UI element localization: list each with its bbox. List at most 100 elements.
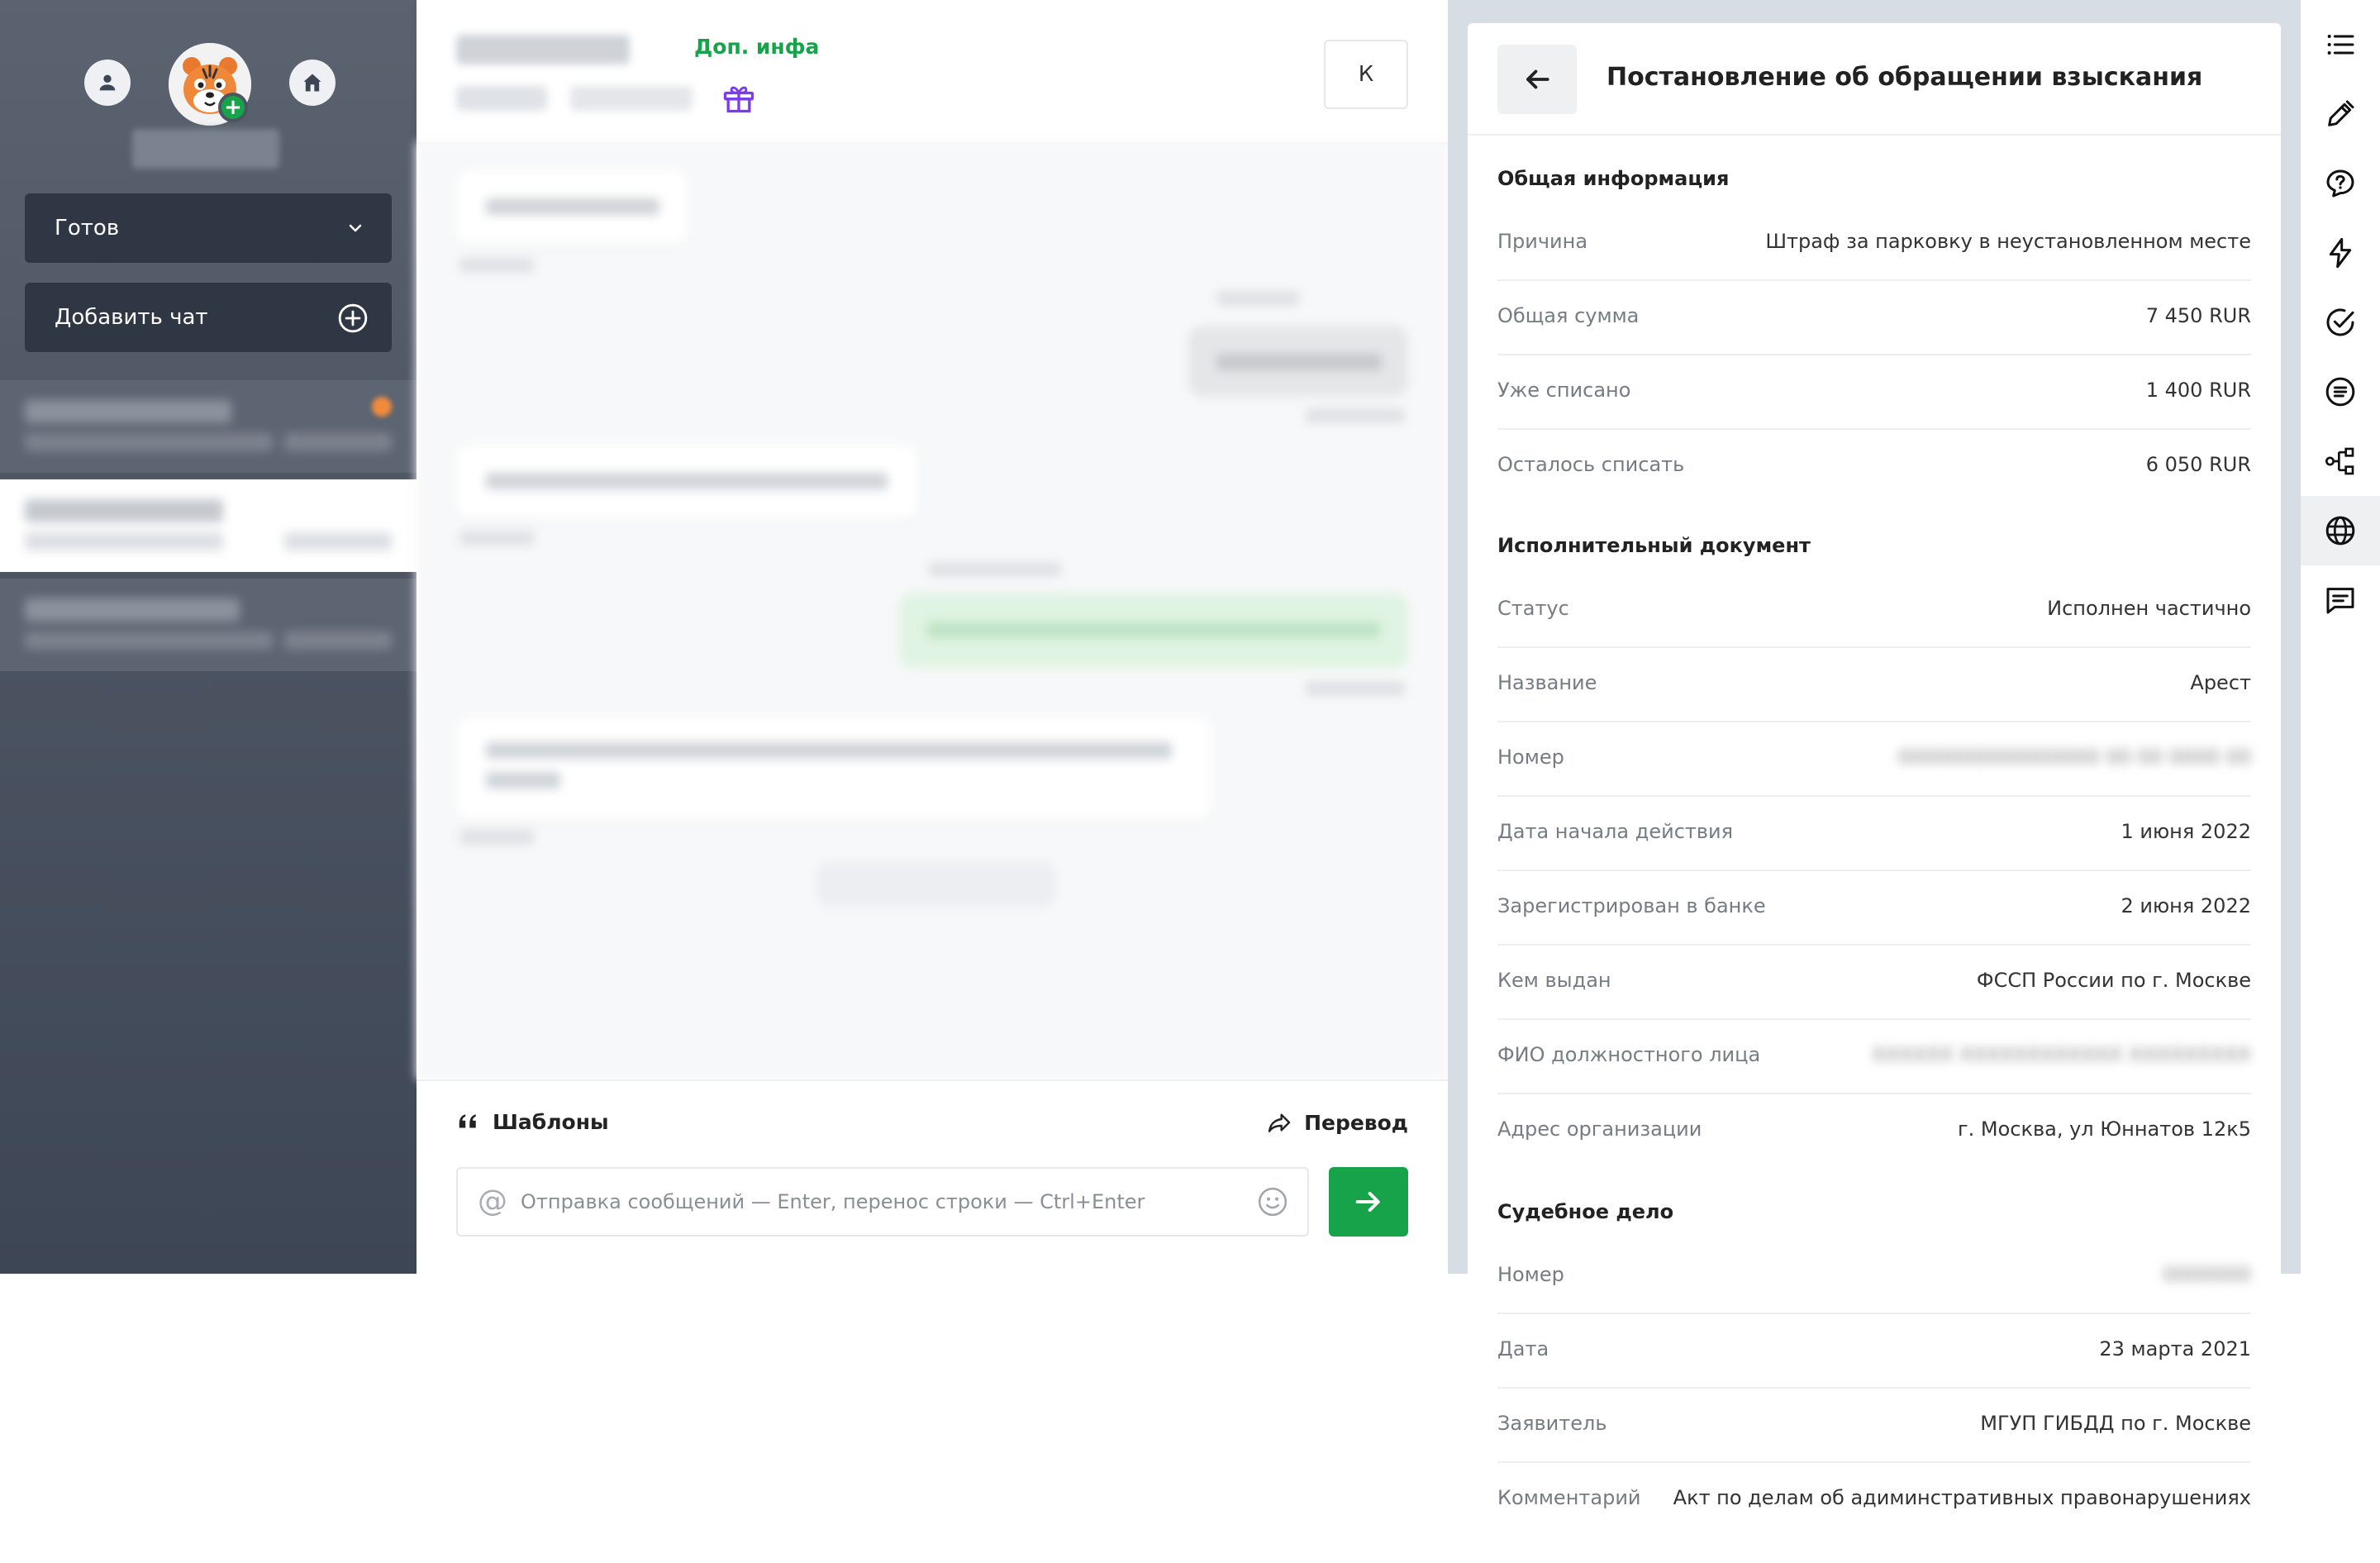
row-label: Название (1497, 671, 1597, 694)
chat-list-item[interactable] (0, 479, 416, 572)
user-icon (99, 74, 116, 91)
k-button[interactable]: К (1324, 40, 1408, 109)
system-message (816, 861, 1056, 908)
client-meta (456, 86, 547, 111)
chat-list-item[interactable] (0, 579, 416, 671)
profile-button[interactable] (84, 60, 131, 106)
detail-row: Комментарий Акт по делам об адиминстрати… (1497, 1463, 2251, 1537)
message-bubble (899, 593, 1408, 668)
emoji-icon[interactable] (1256, 1185, 1289, 1218)
rail-edit[interactable] (2301, 79, 2380, 149)
rail-globe[interactable] (2301, 496, 2380, 565)
row-label: ФИО должностного лица (1497, 1043, 1761, 1066)
detail-row: Заявитель МГУП ГИБДД по г. Москве (1497, 1389, 2251, 1463)
templates-label: Шаблоны (493, 1109, 609, 1134)
row-value: 2 июня 2022 (2121, 894, 2251, 917)
row-value: 23 марта 2021 (2099, 1337, 2251, 1360)
detail-row: Общая сумма 7 450 RUR (1497, 281, 2251, 355)
question-icon (2326, 169, 2354, 198)
message-input-wrapper: @ (456, 1167, 1309, 1237)
rail-actions[interactable] (2301, 218, 2380, 288)
rail-help[interactable] (2301, 149, 2380, 218)
rail-list[interactable] (2301, 10, 2380, 79)
message-history (416, 142, 1448, 1079)
detail-row: Дата начала действия 1 июня 2022 (1497, 797, 2251, 871)
operator-name-pill (132, 129, 279, 169)
row-value: 1 июня 2022 (2121, 820, 2251, 843)
transfer-label: Перевод (1304, 1110, 1408, 1135)
status-select[interactable]: Готов (25, 193, 392, 263)
forward-arrow-icon (1268, 1113, 1291, 1132)
detail-row: Осталось списать 6 050 RUR (1497, 430, 2251, 504)
message-composer: Шаблоны Перевод @ (416, 1079, 1448, 1274)
check-circle-icon (2326, 308, 2354, 336)
row-value-redacted: 0000000 (2163, 1263, 2251, 1286)
extra-info-link[interactable]: Доп. инфа (694, 35, 819, 59)
detail-panel: Постановление об обращении взыскания Общ… (1468, 23, 2281, 1563)
row-value-redacted: XXXXXX XXXXXXXXXXXX XXXXXXXXX (1871, 1043, 2251, 1066)
detail-row: Адрес организации г. Москва, ул Юннатов … (1497, 1094, 2251, 1169)
message-bubble (456, 445, 917, 519)
plus-circle-icon (338, 303, 368, 333)
row-label: Заявитель (1497, 1412, 1607, 1435)
home-button[interactable] (289, 60, 336, 106)
rail-chat[interactable] (2301, 565, 2380, 635)
row-value: 6 050 RUR (2145, 453, 2251, 476)
detail-title: Постановление об обращении взыскания (1606, 63, 2203, 92)
rail-tasks[interactable] (2301, 288, 2380, 357)
row-value: МГУП ГИБДД по г. Москве (1980, 1412, 2251, 1435)
detail-row: Статус Исполнен частично (1497, 574, 2251, 648)
row-label: Дата начала действия (1497, 820, 1734, 843)
row-label: Зарегистрирован в банке (1497, 894, 1766, 917)
section-title-execution: Исполнительный документ (1497, 534, 1811, 557)
detail-row: Номер 0000000000000000 00 00 0000 00 (1497, 722, 2251, 797)
back-button[interactable] (1497, 45, 1577, 114)
row-label: Дата (1497, 1337, 1549, 1360)
detail-row: ФИО должностного лица XXXXXX XXXXXXXXXXX… (1497, 1020, 2251, 1094)
sidebar-profile: + (0, 0, 416, 182)
pen-icon (2328, 100, 2354, 126)
detail-row: Причина Штраф за парковку в неустановлен… (1497, 207, 2251, 281)
list-icon (2327, 35, 2354, 55)
row-label: Кем выдан (1497, 969, 1611, 992)
row-label: Комментарий (1497, 1486, 1641, 1509)
detail-row: Дата 23 марта 2021 (1497, 1314, 2251, 1389)
detail-row: Зарегистрирован в банке 2 июня 2022 (1497, 871, 2251, 946)
transfer-button[interactable]: Перевод (1266, 1109, 1408, 1136)
lightning-icon (2329, 237, 2352, 269)
arrow-left-icon (1526, 69, 1549, 89)
send-button[interactable] (1329, 1167, 1408, 1237)
row-label: Общая сумма (1497, 304, 1640, 327)
row-value-redacted: 0000000000000000 00 00 0000 00 (1897, 746, 2251, 769)
mention-icon[interactable]: @ (476, 1185, 509, 1218)
rail-flow[interactable] (2301, 426, 2380, 496)
quote-icon (459, 1114, 476, 1128)
tools-rail (2301, 0, 2380, 1274)
chat-panel: Доп. инфа К Шаблоны Перевод @ Отправка с… (416, 0, 1448, 1274)
chevron-down-icon (349, 224, 362, 232)
row-label: Причина (1497, 230, 1588, 253)
row-label: Статус (1497, 597, 1569, 620)
templates-button[interactable]: Шаблоны (456, 1109, 609, 1134)
chat-list-item[interactable] (0, 380, 416, 473)
add-chat-label: Добавить чат (55, 305, 208, 330)
row-value: Исполнен частично (2047, 597, 2251, 620)
message-input[interactable] (521, 1190, 1256, 1213)
row-value: ФССП России по г. Москве (1976, 969, 2251, 992)
status-select-value: Готов (55, 216, 120, 241)
list-circle-icon (2325, 377, 2355, 407)
detail-row: Уже списано 1 400 RUR (1497, 355, 2251, 430)
detail-row: Кем выдан ФССП России по г. Москве (1497, 946, 2251, 1020)
message-bubble (456, 717, 1211, 820)
row-label: Номер (1497, 1263, 1564, 1286)
row-value: Арест (2190, 671, 2251, 694)
chat-header: Доп. инфа К (416, 0, 1448, 142)
row-label: Осталось списать (1497, 453, 1685, 476)
add-avatar-icon[interactable]: + (218, 93, 248, 122)
message-bubble (1188, 326, 1408, 397)
rail-notes[interactable] (2301, 357, 2380, 426)
row-value: 1 400 RUR (2145, 379, 2251, 402)
add-chat-button[interactable]: Добавить чат (25, 283, 392, 352)
row-value: 7 450 RUR (2145, 304, 2251, 327)
gift-icon[interactable] (721, 79, 757, 116)
